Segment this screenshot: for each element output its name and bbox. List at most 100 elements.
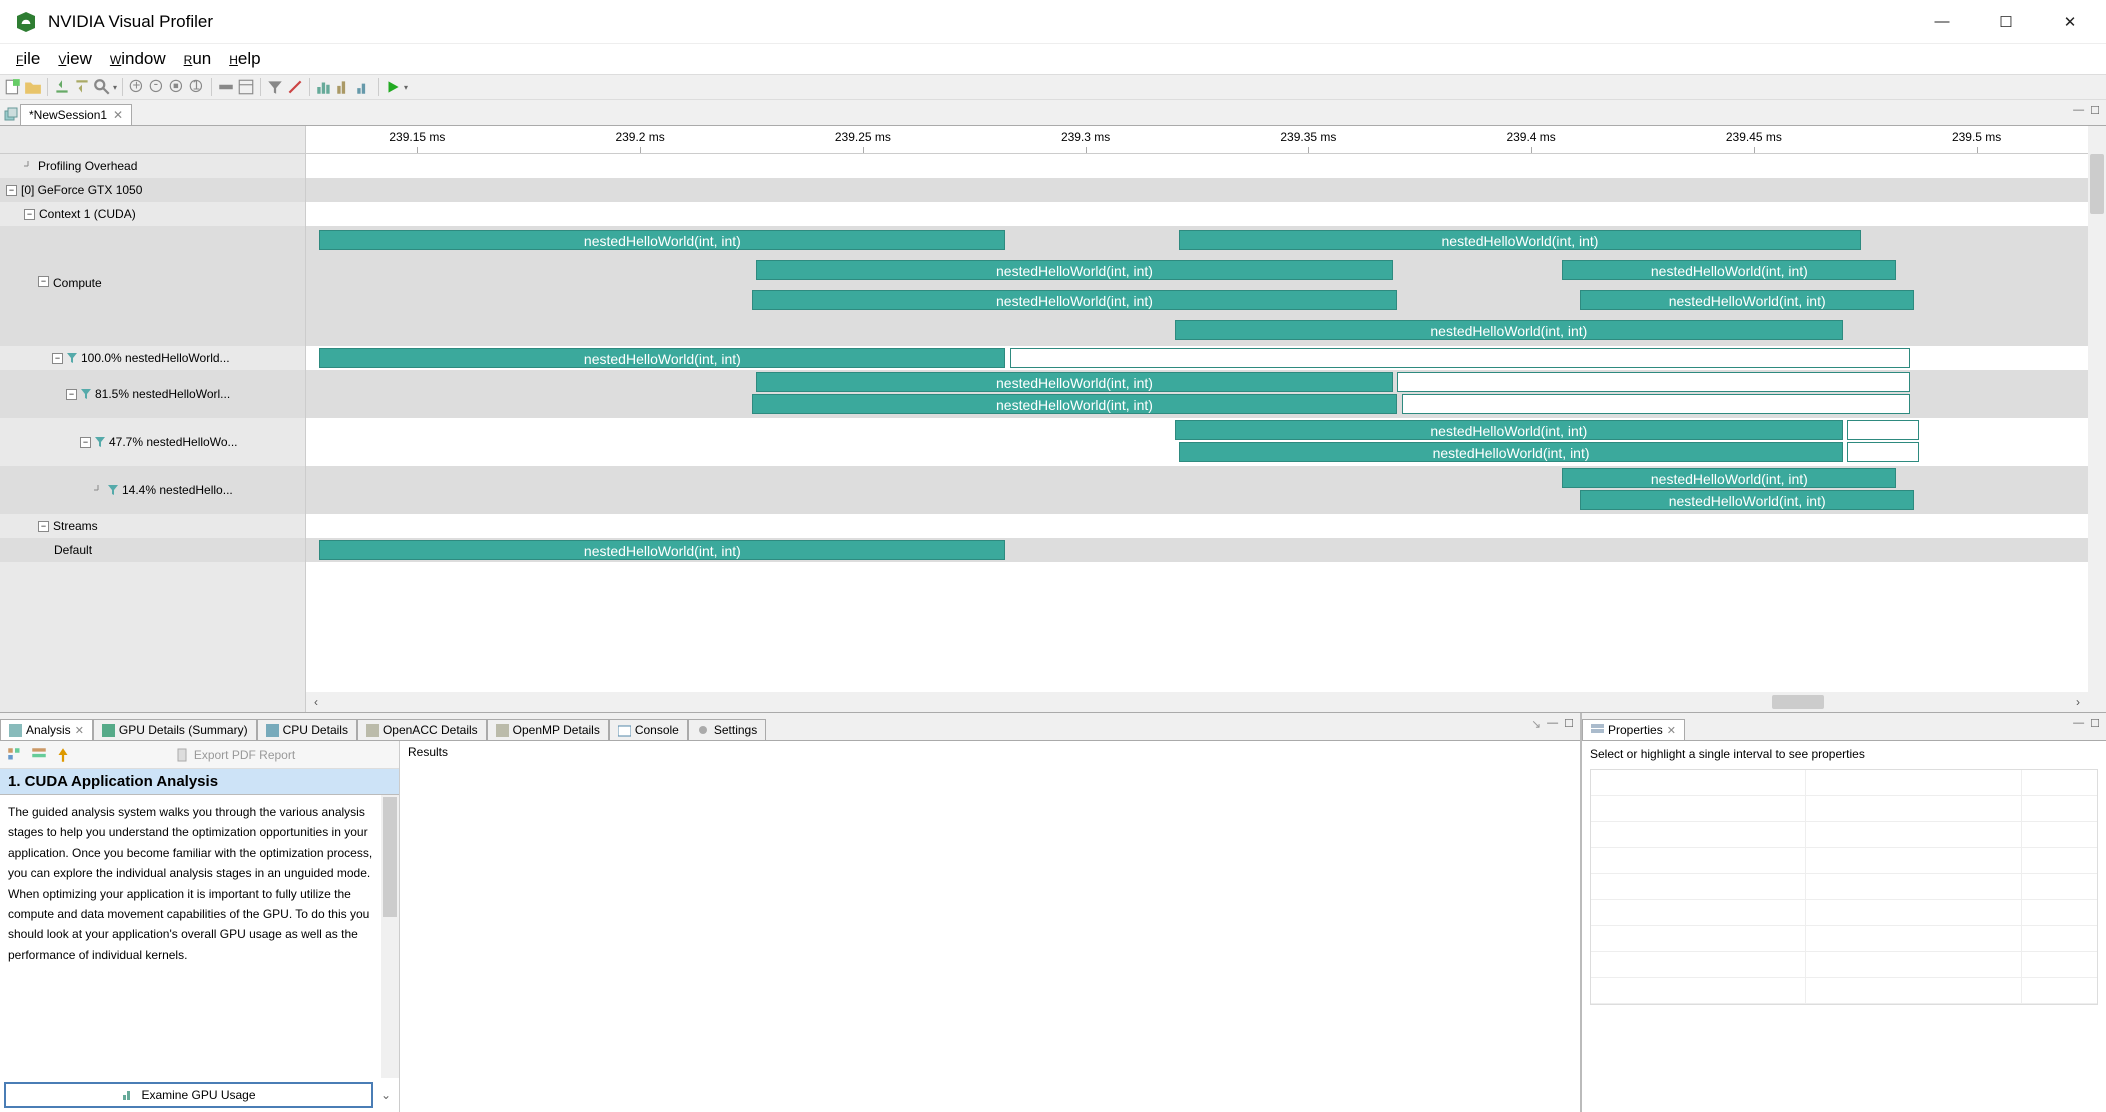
kernel-bar[interactable]: nestedHelloWorld(int, int)	[756, 372, 1393, 392]
scroll-left-icon[interactable]: ‹	[306, 695, 326, 709]
close-tab-icon[interactable]: ✕	[75, 724, 84, 737]
zoom-out-icon[interactable]: -	[148, 78, 166, 96]
minimize-panel-icon[interactable]: —	[1547, 717, 1558, 731]
filter-icon[interactable]	[266, 78, 284, 96]
chart-icon-2[interactable]	[335, 78, 353, 96]
tree-row-kernel-100[interactable]: − 100.0% nestedHelloWorld...	[0, 346, 305, 370]
tab-openmp[interactable]: OpenMP Details	[487, 719, 609, 740]
tab-settings[interactable]: Settings	[688, 719, 766, 740]
action-label: Examine GPU Usage	[141, 1088, 255, 1102]
collapse-icon[interactable]: −	[24, 209, 35, 220]
expand-icon[interactable]	[237, 78, 255, 96]
guided-icon[interactable]	[6, 746, 24, 764]
panel-menu-icon[interactable]: ↘	[1531, 717, 1541, 731]
chart-icon-1[interactable]	[315, 78, 333, 96]
reset-icon[interactable]	[54, 746, 72, 764]
zoom-icon[interactable]	[93, 78, 111, 96]
kernel-bar[interactable]: nestedHelloWorld(int, int)	[1175, 320, 1843, 340]
kernel-bar[interactable]: nestedHelloWorld(int, int)	[1562, 468, 1896, 488]
dropdown-arrow-icon[interactable]: ▾	[404, 83, 408, 92]
run-icon[interactable]	[384, 78, 402, 96]
zoom-fit-icon[interactable]	[168, 78, 186, 96]
tab-console[interactable]: Console	[609, 719, 688, 740]
kernel-bar[interactable]: nestedHelloWorld(int, int)	[1580, 490, 1914, 510]
close-button[interactable]: ✕	[2038, 2, 2102, 42]
dropdown-arrow-icon[interactable]: ▾	[113, 83, 117, 92]
kernel-bar[interactable]: nestedHelloWorld(int, int)	[1179, 230, 1861, 250]
tree-row-context[interactable]: − Context 1 (CUDA)	[0, 202, 305, 226]
close-tab-icon[interactable]: ✕	[1667, 724, 1676, 737]
kernel-bar[interactable]: nestedHelloWorld(int, int)	[1580, 290, 1914, 310]
highlight-icon[interactable]	[286, 78, 304, 96]
maximize-panel-icon[interactable]: ☐	[2090, 717, 2100, 730]
menu-window[interactable]: Window	[102, 46, 174, 72]
tree-row-kernel-14[interactable]: 14.4% nestedHello...	[0, 466, 305, 514]
collapse-icon[interactable]: −	[52, 353, 63, 364]
analysis-scrollbar[interactable]	[381, 795, 399, 1078]
analysis-stage-header: 1. CUDA Application Analysis	[0, 769, 399, 795]
scroll-right-icon[interactable]: ›	[2068, 695, 2088, 709]
collapse-icon[interactable]	[217, 78, 235, 96]
tree-row-compute[interactable]: − Compute	[0, 226, 305, 346]
new-session-icon[interactable]	[4, 78, 22, 96]
export-icon[interactable]	[73, 78, 91, 96]
session-tab[interactable]: *NewSession1 ✕	[20, 104, 132, 125]
collapse-icon[interactable]: −	[66, 389, 77, 400]
menu-help[interactable]: Help	[221, 46, 268, 72]
zoom-reset-icon[interactable]: 1	[188, 78, 206, 96]
maximize-panel-icon[interactable]: ☐	[2090, 104, 2100, 117]
collapse-icon[interactable]: −	[80, 437, 91, 448]
kernel-bar[interactable]: nestedHelloWorld(int, int)	[1562, 260, 1896, 280]
examine-gpu-usage-button[interactable]: Examine GPU Usage	[4, 1082, 373, 1108]
kernel-bar[interactable]	[1010, 348, 1910, 368]
open-icon[interactable]	[24, 78, 42, 96]
kernel-bar[interactable]	[1397, 372, 1909, 392]
menu-file[interactable]: File	[8, 46, 48, 72]
collapse-icon[interactable]: −	[6, 185, 17, 196]
tab-analysis[interactable]: Analysis ✕	[0, 719, 93, 740]
unguided-icon[interactable]	[30, 746, 48, 764]
kernel-bar[interactable]: nestedHelloWorld(int, int)	[756, 260, 1393, 280]
kernel-bar[interactable]: nestedHelloWorld(int, int)	[319, 348, 1005, 368]
tab-cpu-details[interactable]: CPU Details	[257, 719, 357, 740]
zoom-in-icon[interactable]: +	[128, 78, 146, 96]
kernel-bar[interactable]: nestedHelloWorld(int, int)	[319, 230, 1005, 250]
tree-row-streams[interactable]: − Streams	[0, 514, 305, 538]
kernel-bar[interactable]	[1847, 442, 1918, 462]
kernel-bar[interactable]: nestedHelloWorld(int, int)	[752, 394, 1398, 414]
tab-properties[interactable]: Properties ✕	[1582, 719, 1685, 740]
tree-row-kernel-47[interactable]: − 47.7% nestedHelloWo...	[0, 418, 305, 466]
tree-row-device[interactable]: − [0] GeForce GTX 1050	[0, 178, 305, 202]
tree-row-overhead[interactable]: Profiling Overhead	[0, 154, 305, 178]
kernel-bar[interactable]	[1402, 394, 1910, 414]
maximize-panel-icon[interactable]: ☐	[1564, 717, 1574, 731]
import-icon[interactable]	[53, 78, 71, 96]
kernel-bar[interactable]	[1847, 420, 1918, 440]
timeline-chart[interactable]: 239.15 ms239.2 ms239.25 ms239.3 ms239.35…	[306, 126, 2106, 712]
export-pdf-button[interactable]: Export PDF Report	[78, 748, 393, 762]
vertical-scrollbar[interactable]	[2088, 126, 2106, 712]
tab-gpu-details[interactable]: GPU Details (Summary)	[93, 719, 257, 740]
kernel-bar[interactable]: nestedHelloWorld(int, int)	[1179, 442, 1843, 462]
kernel-bar[interactable]: nestedHelloWorld(int, int)	[1175, 420, 1843, 440]
tree-row-default[interactable]: Default	[0, 538, 305, 562]
menu-view[interactable]: View	[50, 46, 100, 72]
window-title: NVIDIA Visual Profiler	[48, 12, 1910, 32]
collapse-icon[interactable]: −	[38, 276, 49, 287]
minimize-button[interactable]: —	[1910, 2, 1974, 42]
horizontal-scrollbar[interactable]: ‹ ›	[306, 692, 2088, 712]
minimize-panel-icon[interactable]: —	[2073, 717, 2084, 730]
kernel-bar[interactable]: nestedHelloWorld(int, int)	[319, 540, 1005, 560]
chevron-down-icon[interactable]: ⌄	[377, 1088, 395, 1102]
minimize-panel-icon[interactable]: —	[2073, 104, 2084, 117]
session-stack-icon[interactable]	[4, 107, 18, 121]
tab-openacc[interactable]: OpenACC Details	[357, 719, 487, 740]
tree-row-kernel-81[interactable]: − 81.5% nestedHelloWorl...	[0, 370, 305, 418]
maximize-button[interactable]: ☐	[1974, 2, 2038, 42]
close-tab-icon[interactable]: ✕	[113, 108, 123, 122]
collapse-icon[interactable]: −	[38, 521, 49, 532]
menu-run[interactable]: Run	[176, 46, 220, 72]
kernel-bar[interactable]: nestedHelloWorld(int, int)	[752, 290, 1398, 310]
chart-icon-3[interactable]	[355, 78, 373, 96]
pdf-icon	[176, 748, 190, 762]
